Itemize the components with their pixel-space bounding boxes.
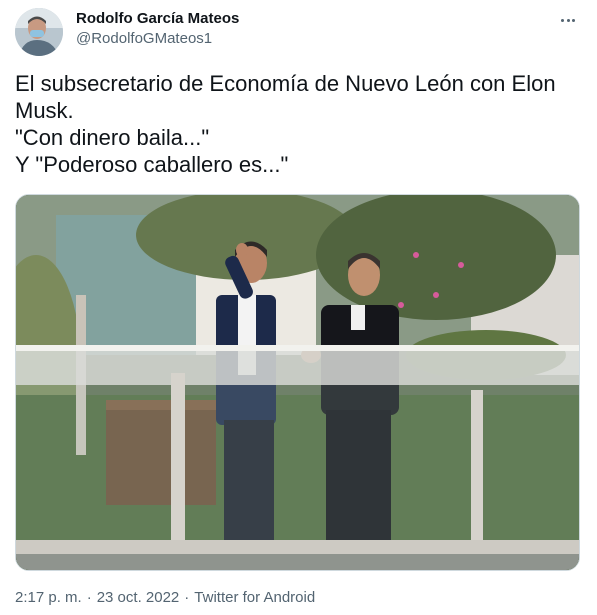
author-avatar[interactable] xyxy=(15,8,63,56)
tweet-time[interactable]: 2:17 p. m. xyxy=(15,589,82,606)
tweet-source[interactable]: Twitter for Android xyxy=(194,589,315,606)
meta-separator: · xyxy=(184,589,190,606)
tweet-text-line: "Con dinero baila..." xyxy=(15,125,210,150)
profile-photo-icon xyxy=(15,8,63,56)
tweet-date[interactable]: 23 oct. 2022 xyxy=(97,589,180,606)
author-display-name[interactable]: Rodolfo García Mateos xyxy=(76,10,239,28)
tweet-card: Rodolfo García Mateos @RodolfoGMateos1 E… xyxy=(0,0,597,615)
tweet-text-line: El subsecretario de Economía de Nuevo Le… xyxy=(15,71,556,96)
tweet-photo[interactable] xyxy=(15,194,580,571)
ellipsis-icon[interactable] xyxy=(557,9,579,31)
photo-image xyxy=(16,195,579,570)
tweet-text: El subsecretario de Economía de Nuevo Le… xyxy=(15,70,580,178)
author-handle[interactable]: @RodolfoGMateos1 xyxy=(76,30,212,48)
tweet-text-line: Musk. xyxy=(15,98,74,123)
tweet-text-line: Y "Poderoso caballero es..." xyxy=(15,152,289,177)
meta-separator: · xyxy=(86,589,92,606)
tweet-meta: 2:17 p. m. · 23 oct. 2022 · Twitter for Andr… xyxy=(15,589,315,607)
